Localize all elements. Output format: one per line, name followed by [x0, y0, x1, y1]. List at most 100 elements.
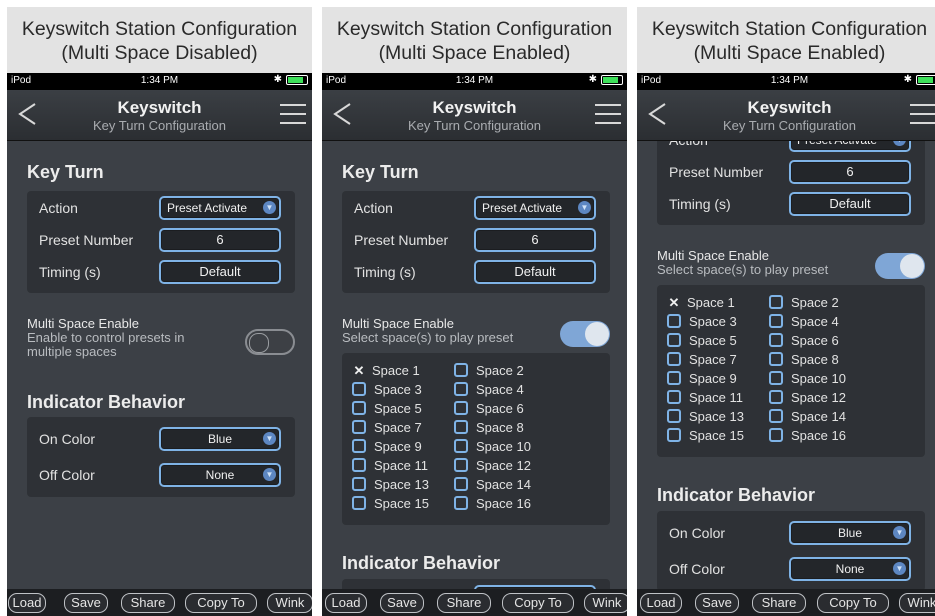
- space-checkbox[interactable]: Space 16: [454, 496, 531, 511]
- space-checkbox[interactable]: ✕ Space 1: [667, 295, 735, 311]
- space-checkbox[interactable]: ✕ Space 1: [352, 363, 420, 379]
- preset-number-label: Preset Number: [39, 232, 134, 248]
- space-checkbox[interactable]: Space 11: [352, 458, 428, 473]
- share-button[interactable]: Share: [437, 593, 491, 613]
- save-button[interactable]: Save: [380, 593, 424, 613]
- copy-to-button[interactable]: Copy To: [502, 593, 574, 613]
- space-checkbox[interactable]: Space 2: [769, 295, 839, 310]
- hamburger-menu-icon[interactable]: [595, 104, 621, 126]
- off-color-value: None: [835, 562, 865, 576]
- bluetooth-icon: ✱: [588, 74, 597, 85]
- space-checkbox[interactable]: Space 8: [769, 352, 839, 367]
- on-color-select[interactable]: Blue ▼: [159, 427, 281, 451]
- space-checkbox[interactable]: Space 11: [667, 390, 743, 405]
- off-color-label: Off Color: [669, 561, 725, 577]
- space-label: Space 10: [476, 439, 531, 454]
- hamburger-menu-icon[interactable]: [910, 104, 935, 126]
- checkbox-icon: [454, 363, 468, 377]
- space-checkbox[interactable]: Space 15: [667, 428, 744, 443]
- config-content[interactable]: Key Turn Action Preset Activate ▼ Preset …: [322, 141, 627, 589]
- space-checkbox[interactable]: Space 7: [667, 352, 737, 367]
- space-checkbox[interactable]: Space 9: [667, 371, 737, 386]
- caption-title: Keyswitch Station Configuration: [651, 18, 928, 40]
- off-color-select[interactable]: None ▼: [789, 557, 911, 581]
- timing-field[interactable]: Default: [789, 192, 911, 216]
- action-select[interactable]: Preset Activate ▼: [789, 141, 911, 152]
- preset-number-field[interactable]: 6: [789, 160, 911, 184]
- action-select[interactable]: Preset Activate ▼: [159, 196, 281, 220]
- chevron-down-icon: ▼: [893, 562, 906, 575]
- nav-bar: Keyswitch Key Turn Configuration: [7, 90, 312, 141]
- space-label: Space 4: [791, 314, 839, 329]
- space-label: Space 6: [476, 401, 524, 416]
- space-checkbox[interactable]: Space 14: [769, 409, 846, 424]
- space-checkbox[interactable]: Space 9: [352, 439, 422, 454]
- space-checkbox[interactable]: Space 5: [352, 401, 422, 416]
- space-checkbox[interactable]: Space 5: [667, 333, 737, 348]
- space-checkbox[interactable]: Space 13: [667, 409, 744, 424]
- space-checkbox[interactable]: Space 14: [454, 477, 531, 492]
- space-checkbox[interactable]: Space 10: [454, 439, 531, 454]
- indicator-heading: Indicator Behavior: [657, 485, 816, 505]
- screenshot-panel-enabled-scrolled: Keyswitch Station Configuration (Multi S…: [637, 7, 935, 616]
- on-color-select[interactable]: Blue ▼: [789, 521, 911, 545]
- config-content[interactable]: Action Preset Activate▼ Preset Number 6 …: [637, 141, 935, 589]
- battery-icon: [916, 74, 935, 85]
- save-button[interactable]: Save: [64, 593, 108, 613]
- bluetooth-icon: ✱: [903, 74, 912, 85]
- space-checkbox[interactable]: Space 4: [769, 314, 839, 329]
- off-color-select[interactable]: None ▼: [159, 463, 281, 487]
- multi-space-toggle[interactable]: [245, 329, 295, 355]
- share-button[interactable]: Share: [752, 593, 806, 613]
- preset-number-field[interactable]: 6: [159, 228, 281, 252]
- share-button[interactable]: Share: [121, 593, 175, 613]
- space-checkbox[interactable]: Space 6: [454, 401, 524, 416]
- space-label: Space 9: [689, 371, 737, 386]
- space-checkbox[interactable]: Space 15: [352, 496, 429, 511]
- checkbox-icon: [352, 382, 366, 396]
- space-checkbox[interactable]: Space 3: [352, 382, 422, 397]
- load-button[interactable]: Load: [325, 593, 367, 613]
- config-content[interactable]: Key Turn Action Preset Activate ▼ Preset …: [7, 141, 312, 589]
- wink-button[interactable]: Wink: [267, 593, 312, 613]
- load-button[interactable]: Load: [640, 593, 682, 613]
- multi-space-desc: Select space(s) to play preset: [342, 330, 514, 345]
- key-turn-card: Action Preset Activate▼ Preset Number 6 …: [657, 141, 925, 225]
- timing-field[interactable]: Default: [159, 260, 281, 284]
- caption-title: Keyswitch Station Configuration: [336, 18, 613, 40]
- space-checkbox[interactable]: Space 16: [769, 428, 846, 443]
- space-checkbox[interactable]: Space 3: [667, 314, 737, 329]
- space-checkbox[interactable]: Space 12: [454, 458, 531, 473]
- wink-button[interactable]: Wink: [899, 593, 935, 613]
- space-checkbox[interactable]: Space 13: [352, 477, 429, 492]
- page-title: Keyswitch: [432, 98, 517, 117]
- space-checkbox[interactable]: Space 10: [769, 371, 846, 386]
- space-checkbox[interactable]: Space 12: [769, 390, 846, 405]
- clock: 1:34 PM: [140, 75, 179, 86]
- load-button[interactable]: Load: [8, 593, 46, 613]
- preset-number-field[interactable]: 6: [474, 228, 596, 252]
- checkbox-icon: [454, 382, 468, 396]
- hamburger-menu-icon[interactable]: [280, 104, 306, 126]
- checkbox-icon: [454, 477, 468, 491]
- multi-space-toggle[interactable]: [875, 253, 925, 279]
- space-checkbox[interactable]: Space 6: [769, 333, 839, 348]
- space-checkbox[interactable]: Space 4: [454, 382, 524, 397]
- checkbox-icon: [352, 401, 366, 415]
- wink-button[interactable]: Wink: [584, 593, 627, 613]
- save-button[interactable]: Save: [695, 593, 739, 613]
- key-turn-card: Action Preset Activate▼ Preset Number 6 …: [27, 191, 295, 293]
- space-checkbox[interactable]: Space 7: [352, 420, 422, 435]
- copy-to-button[interactable]: Copy To: [817, 593, 889, 613]
- timing-field[interactable]: Default: [474, 260, 596, 284]
- copy-to-button[interactable]: Copy To: [185, 593, 257, 613]
- multi-space-block: Multi Space Enable Select space(s) to pl…: [342, 317, 513, 345]
- space-checkbox[interactable]: Space 8: [454, 420, 524, 435]
- space-label: Space 3: [374, 382, 422, 397]
- space-checkbox[interactable]: Space 2: [454, 363, 524, 378]
- multi-space-toggle[interactable]: [560, 321, 610, 347]
- page-subtitle: Key Turn Configuration: [723, 118, 856, 133]
- space-label: Space 13: [689, 409, 744, 424]
- space-label: Space 2: [791, 295, 839, 310]
- action-select[interactable]: Preset Activate ▼: [474, 196, 596, 220]
